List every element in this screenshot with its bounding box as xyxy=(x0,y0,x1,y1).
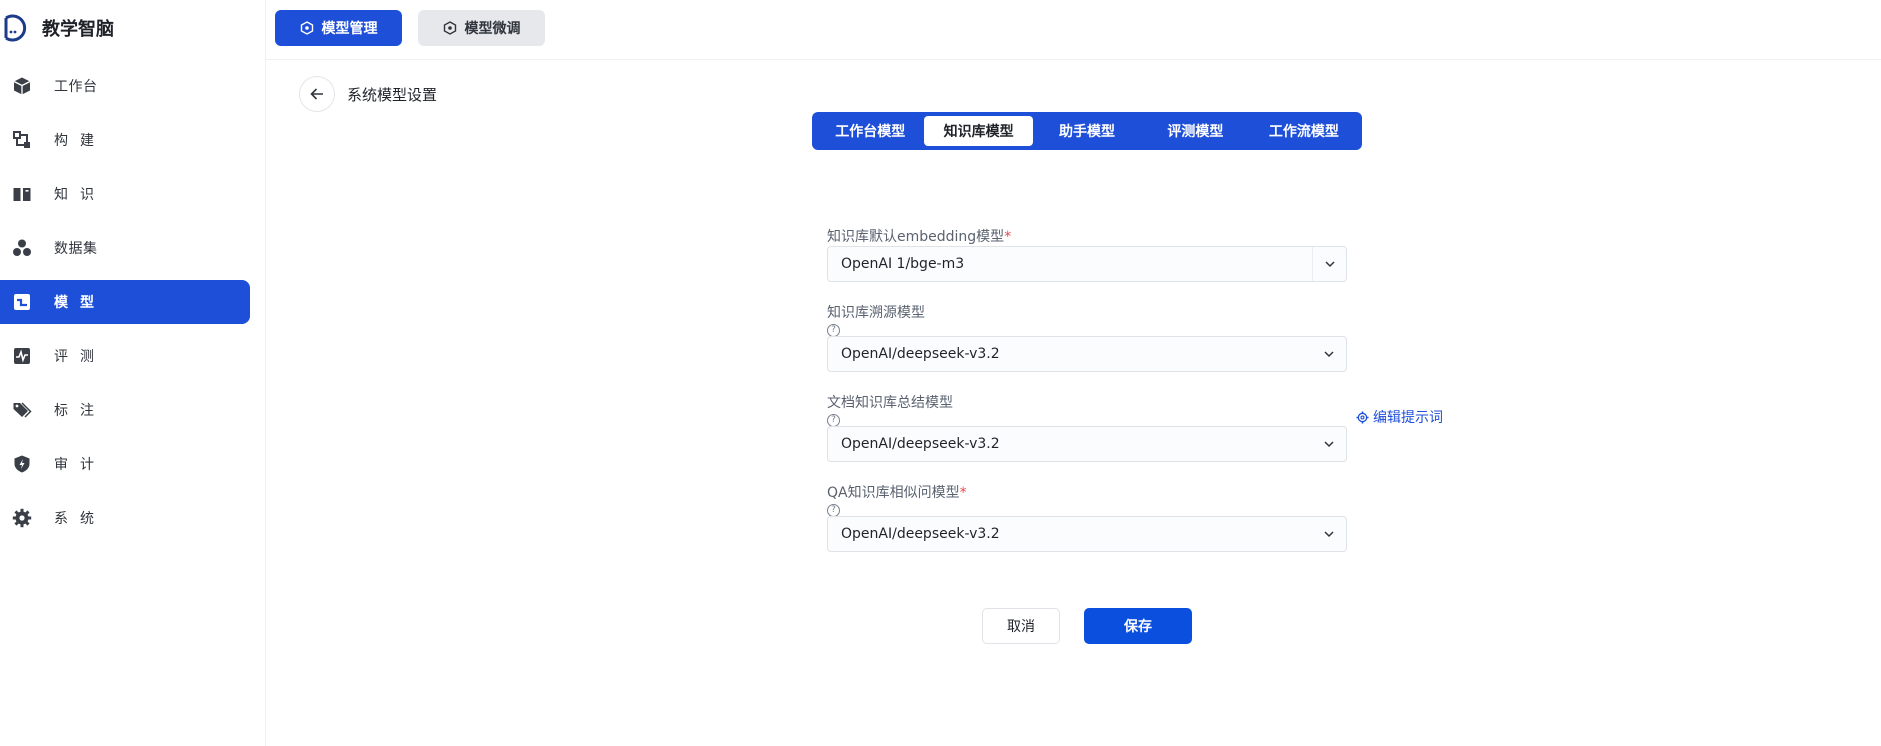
hexagon-icon xyxy=(443,21,457,35)
sidebar-item-build[interactable]: 构建 xyxy=(0,118,250,162)
gear-icon xyxy=(12,508,32,528)
edit-prompt-link[interactable]: 编辑提示词 xyxy=(1356,407,1443,427)
edit-prompt-label: 编辑提示词 xyxy=(1373,410,1443,426)
model-finetune-button[interactable]: 模型微调 xyxy=(418,10,545,46)
sidebar: 教学智脑 工作台 构建 知识 数据集 模型 评测 标注 审计 系统 xyxy=(0,0,266,746)
select-value: OpenAI/deepseek-v3.2 xyxy=(841,436,1000,452)
required-mark: * xyxy=(959,485,967,501)
sidebar-item-label: 工作台 xyxy=(54,79,98,95)
model-tabs: 工作台模型 知识库模型 助手模型 评测模型 工作流模型 xyxy=(812,112,1362,150)
cube-icon xyxy=(12,76,32,96)
sidebar-item-workbench[interactable]: 工作台 xyxy=(0,64,250,108)
save-button[interactable]: 保存 xyxy=(1084,608,1192,644)
sidebar-item-label: 知识 xyxy=(54,187,106,203)
summary-model-select[interactable]: OpenAI/deepseek-v3.2 xyxy=(827,426,1347,462)
chevron-down-icon xyxy=(1312,517,1346,551)
tab-knowledge-model[interactable]: 知识库模型 xyxy=(924,116,1033,146)
model-manage-label: 模型管理 xyxy=(321,21,378,37)
tab-workbench-model[interactable]: 工作台模型 xyxy=(816,116,924,146)
gear-icon xyxy=(1356,410,1369,424)
build-icon xyxy=(12,130,32,150)
embedding-model-select[interactable]: OpenAI 1/bge-m3 xyxy=(827,246,1347,282)
dataset-icon xyxy=(12,238,32,258)
book-icon xyxy=(12,184,32,204)
page-title: 系统模型设置 xyxy=(347,86,438,104)
chevron-down-icon xyxy=(1312,247,1346,281)
sidebar-item-dataset[interactable]: 数据集 xyxy=(0,226,250,270)
sidebar-item-system[interactable]: 系统 xyxy=(0,496,250,540)
back-button[interactable] xyxy=(299,76,335,112)
tab-evaluation-model[interactable]: 评测模型 xyxy=(1141,116,1249,146)
select-value: OpenAI/deepseek-v3.2 xyxy=(841,526,1000,542)
sidebar-item-label: 数据集 xyxy=(54,241,98,257)
select-value: OpenAI/deepseek-v3.2 xyxy=(841,346,1000,362)
tab-assistant-model[interactable]: 助手模型 xyxy=(1033,116,1141,146)
select-value: OpenAI 1/bge-m3 xyxy=(841,256,965,272)
sidebar-item-annotation[interactable]: 标注 xyxy=(0,388,250,432)
chevron-down-icon xyxy=(1312,337,1346,371)
sidebar-item-label: 系统 xyxy=(54,511,106,527)
sidebar-item-audit[interactable]: 审计 xyxy=(0,442,250,486)
tab-workflow-model[interactable]: 工作流模型 xyxy=(1250,116,1358,146)
summary-model-label: 文档知识库总结模型 xyxy=(827,395,953,411)
sidebar-item-label: 模型 xyxy=(54,295,106,311)
trace-model-label: 知识库溯源模型 xyxy=(827,305,925,321)
sidebar-item-label: 构建 xyxy=(54,133,106,149)
hexagon-icon xyxy=(300,21,314,35)
field-label-text: 知识库默认embedding模型 xyxy=(827,229,1005,245)
field-label-text: QA知识库相似问模型 xyxy=(827,485,960,501)
model-finetune-label: 模型微调 xyxy=(464,21,521,37)
logo-icon xyxy=(4,14,27,42)
app-name: 教学智脑 xyxy=(42,19,114,40)
sidebar-item-label: 审计 xyxy=(54,457,106,473)
top-bar: 模型管理 模型微调 xyxy=(266,0,1881,60)
sidebar-item-label: 评测 xyxy=(54,349,106,365)
app-logo[interactable]: 教学智脑 xyxy=(0,10,114,46)
qa-similar-model-select[interactable]: OpenAI/deepseek-v3.2 xyxy=(827,516,1347,552)
embedding-model-label: 知识库默认embedding模型* xyxy=(827,226,1011,246)
tag-icon xyxy=(12,400,32,420)
qa-similar-model-label: QA知识库相似问模型* xyxy=(827,482,967,502)
sidebar-item-evaluation[interactable]: 评测 xyxy=(0,334,250,378)
sidebar-item-label: 标注 xyxy=(54,403,106,419)
chart-pulse-icon xyxy=(12,346,32,366)
shield-bolt-icon xyxy=(12,454,32,474)
sidebar-item-model[interactable]: 模型 xyxy=(0,280,250,324)
trace-model-select[interactable]: OpenAI/deepseek-v3.2 xyxy=(827,336,1347,372)
model-manage-button[interactable]: 模型管理 xyxy=(275,10,402,46)
cancel-button[interactable]: 取消 xyxy=(982,608,1060,644)
model-icon xyxy=(12,292,32,312)
chevron-down-icon xyxy=(1312,427,1346,461)
required-mark: * xyxy=(1004,229,1012,245)
sidebar-item-knowledge[interactable]: 知识 xyxy=(0,172,250,216)
sidebar-nav: 工作台 构建 知识 数据集 模型 评测 标注 审计 系统 xyxy=(0,64,266,550)
arrow-left-icon xyxy=(310,88,323,100)
